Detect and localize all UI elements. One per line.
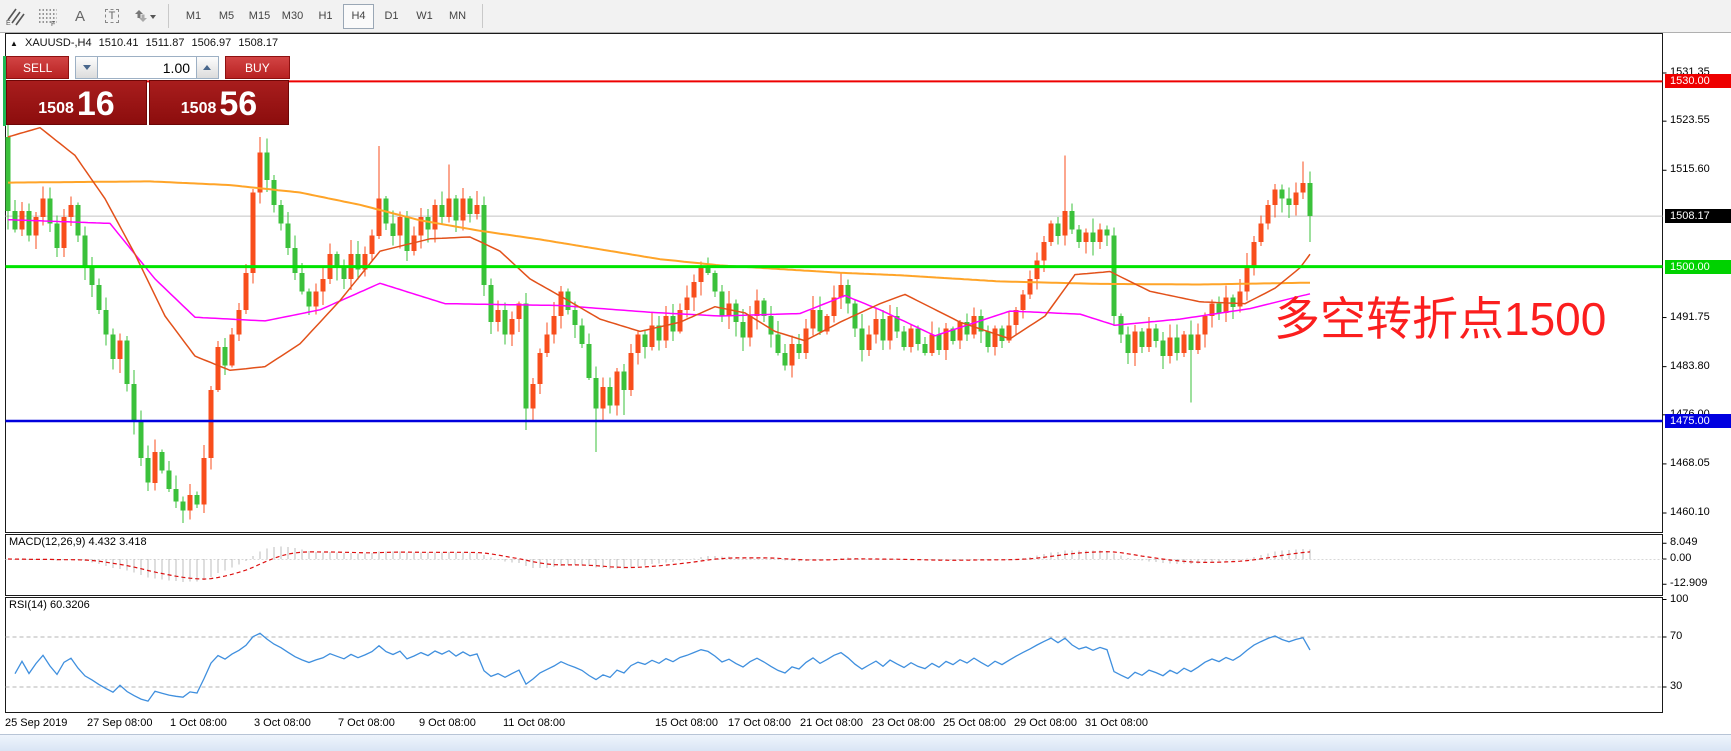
toolbar-separator-2 — [482, 4, 483, 28]
bid-price-box: 1508 16 — [6, 80, 147, 125]
date-label: 11 Oct 08:00 — [503, 717, 565, 729]
rsi-value: 60.3206 — [50, 599, 90, 611]
timeframe-button-m30[interactable]: M30 — [277, 4, 308, 29]
ask-price-box: 1508 56 — [149, 80, 289, 125]
price-tick-1515.60: 1515.60 — [1670, 163, 1710, 175]
volume-input[interactable] — [98, 56, 196, 79]
date-label: 27 Sep 08:00 — [87, 717, 152, 729]
date-label: 23 Oct 08:00 — [872, 717, 935, 729]
panel-edge-strip — [3, 56, 6, 126]
macd-tick-0: 0.00 — [1670, 552, 1691, 564]
ask-price-pips: 56 — [219, 87, 257, 121]
buy-button[interactable]: BUY — [225, 56, 290, 79]
ask-price-integer: 1508 — [181, 101, 217, 121]
timeframe-button-m1[interactable]: M1 — [178, 4, 209, 29]
date-label: 15 Oct 08:00 — [655, 717, 718, 729]
date-label: 17 Oct 08:00 — [728, 717, 791, 729]
timeframe-button-mn[interactable]: MN — [442, 4, 473, 29]
arrows-tool-icon[interactable] — [129, 3, 159, 29]
price-tick-1468.05: 1468.05 — [1670, 457, 1710, 469]
fibonacci-tool-icon[interactable]: F — [33, 3, 63, 29]
rsi-tick-70: 70 — [1670, 630, 1682, 642]
svg-text:F: F — [51, 21, 55, 26]
date-label: 29 Oct 08:00 — [1014, 717, 1077, 729]
macd-label: MACD(12,26,9) 4.432 3.418 — [9, 536, 147, 548]
date-label: 21 Oct 08:00 — [800, 717, 863, 729]
high-value: 1511.87 — [146, 37, 185, 49]
status-bar — [0, 734, 1731, 751]
date-label: 1 Oct 08:00 — [170, 717, 227, 729]
date-label: 25 Sep 2019 — [5, 717, 67, 729]
date-label: 25 Oct 08:00 — [943, 717, 1006, 729]
chart-annotation-text: 多空转折点1500 — [1274, 296, 1606, 342]
current-price-badge: 1508.17 — [1665, 209, 1731, 223]
price-tick-1483.80: 1483.80 — [1670, 360, 1710, 372]
svg-text:E: E — [6, 20, 11, 26]
price-tick-1491.75: 1491.75 — [1670, 311, 1710, 323]
timeframe-button-h4[interactable]: H4 — [343, 4, 374, 29]
text-label-tool-icon[interactable]: T — [97, 3, 127, 29]
macd-main-value: 4.432 — [88, 536, 116, 548]
timeframe-button-d1[interactable]: D1 — [376, 4, 407, 29]
macd-signal-value: 3.418 — [119, 536, 147, 548]
toolbar: E F A T M1M5M15M30H1H4D1W1MN — [0, 0, 1731, 33]
timeframe-button-h1[interactable]: H1 — [310, 4, 341, 29]
rsi-label: RSI(14) 60.3206 — [9, 599, 90, 611]
toolbar-separator — [168, 4, 169, 28]
symbol-label: XAUUSD-,H4 — [25, 37, 92, 49]
timeframe-button-m15[interactable]: M15 — [244, 4, 275, 29]
text-tool-icon[interactable]: A — [65, 3, 95, 29]
date-label: 31 Oct 08:00 — [1085, 717, 1148, 729]
triangle-up-icon — [203, 65, 211, 70]
open-value: 1510.41 — [99, 37, 139, 49]
bid-price-integer: 1508 — [38, 101, 74, 121]
support-badge: 1475.00 — [1665, 414, 1731, 428]
mt4-chart-window: E F A T M1M5M15M30H1H4D1W1MN ▲ XAUUSD-,H… — [0, 0, 1731, 751]
date-label: 3 Oct 08:00 — [254, 717, 311, 729]
date-label: 7 Oct 08:00 — [338, 717, 395, 729]
volume-decrease-button[interactable] — [75, 56, 98, 79]
rsi-tick-100: 100 — [1670, 593, 1688, 605]
macd-tick--12.909: -12.909 — [1670, 577, 1707, 589]
symbol-ohlc-header: ▲ XAUUSD-,H4 1510.41 1511.87 1506.97 150… — [10, 37, 282, 49]
volume-increase-button[interactable] — [196, 56, 219, 79]
timeframe-group: M1M5M15M30H1H4D1W1MN — [177, 4, 474, 29]
resistance-badge: 1530.00 — [1665, 74, 1731, 88]
close-value: 1508.17 — [238, 37, 278, 49]
timeframe-button-w1[interactable]: W1 — [409, 4, 440, 29]
macd-tick-8.049: 8.049 — [1670, 536, 1698, 548]
price-tick-1523.55: 1523.55 — [1670, 114, 1710, 126]
rsi-tick-30: 30 — [1670, 680, 1682, 692]
date-label: 9 Oct 08:00 — [419, 717, 476, 729]
bid-price-pips: 16 — [77, 87, 115, 121]
chart-area[interactable]: ▲ XAUUSD-,H4 1510.41 1511.87 1506.97 150… — [0, 33, 1731, 733]
sell-button[interactable]: SELL — [6, 56, 69, 79]
collapse-arrow-icon[interactable]: ▲ — [10, 39, 18, 48]
pivot-badge: 1500.00 — [1665, 260, 1731, 274]
triangle-down-icon — [83, 65, 91, 70]
one-click-trade-panel: SELL BUY 1508 16 1508 56 — [6, 56, 290, 125]
price-tick-1460.10: 1460.10 — [1670, 506, 1710, 518]
channel-tool-icon[interactable]: E — [1, 3, 31, 29]
timeframe-button-m5[interactable]: M5 — [211, 4, 242, 29]
low-value: 1506.97 — [192, 37, 232, 49]
